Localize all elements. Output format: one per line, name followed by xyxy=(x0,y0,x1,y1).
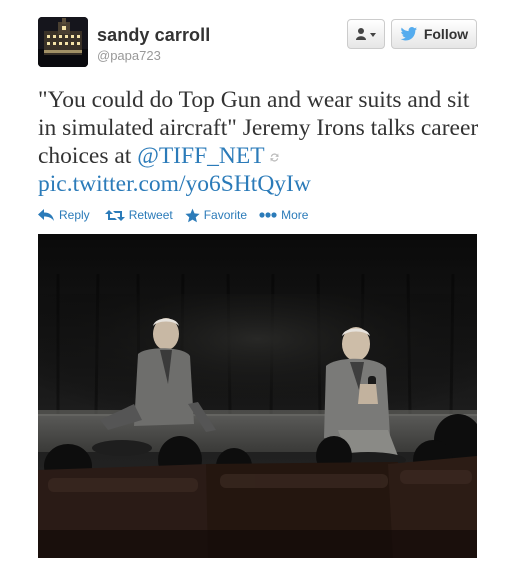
follow-label: Follow xyxy=(423,26,469,42)
tweet-photo[interactable] xyxy=(38,234,477,558)
more-action[interactable]: More xyxy=(259,208,308,222)
reply-action[interactable]: Reply xyxy=(38,208,90,222)
tweet-actions: Reply Retweet Favorite More xyxy=(38,206,320,224)
avatar[interactable] xyxy=(38,17,88,67)
tweet-text: "You could do Top Gun and wear suits and… xyxy=(38,86,488,198)
favorite-label: Favorite xyxy=(203,208,248,222)
more-label: More xyxy=(281,208,309,222)
retweet-label: Retweet xyxy=(128,208,173,222)
star-icon xyxy=(185,208,200,222)
user-name[interactable]: sandy carroll xyxy=(97,25,210,46)
twitter-bird-icon xyxy=(400,27,417,41)
reply-icon xyxy=(38,209,54,221)
mention-link[interactable]: @TIFF_NET xyxy=(137,143,264,169)
user-handle[interactable]: @papa723 xyxy=(97,48,161,63)
retweet-action[interactable]: Retweet xyxy=(104,208,173,222)
reply-label: Reply xyxy=(59,208,90,222)
user-dropdown-button[interactable] xyxy=(347,19,385,49)
pic-link[interactable]: pic.twitter.com/yo6SHtQyIw xyxy=(38,171,311,197)
user-dropdown-icon xyxy=(356,28,376,40)
conversation-expand-icon[interactable] xyxy=(269,152,280,163)
stage-photo-image xyxy=(38,234,477,558)
more-dots-icon xyxy=(259,212,277,218)
follow-button[interactable]: Follow xyxy=(391,19,477,49)
retweet-icon xyxy=(104,209,125,221)
favorite-action[interactable]: Favorite xyxy=(185,208,247,223)
avatar-image xyxy=(38,17,88,67)
